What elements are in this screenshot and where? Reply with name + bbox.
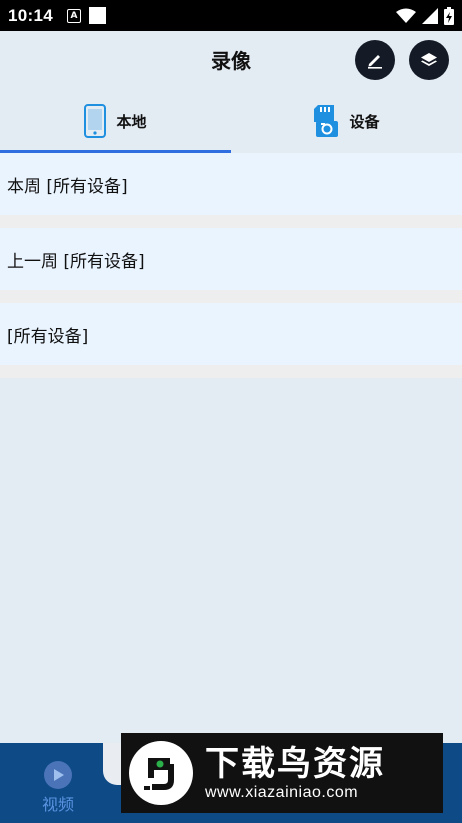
- wifi-icon: [396, 8, 416, 23]
- list-divider: [0, 365, 462, 378]
- status-bar: 10:14 A: [0, 0, 462, 31]
- battery-charging-icon: [444, 6, 454, 25]
- tab-bar: 本地 设备: [0, 89, 462, 153]
- layers-icon: [421, 53, 437, 66]
- list-divider: [0, 215, 462, 228]
- phone-icon: [84, 104, 107, 138]
- tab-local[interactable]: 本地: [0, 89, 231, 153]
- list-item-this-week[interactable]: 本周 [所有设备]: [0, 153, 462, 215]
- nav-item-video-label: 视频: [41, 795, 74, 814]
- list-item-last-week[interactable]: 上一周 [所有设备]: [0, 228, 462, 290]
- watermark-banner: 下载鸟资源 www.xiazainiao.com: [121, 733, 443, 813]
- list-item-all-devices[interactable]: [所有设备]: [0, 303, 462, 365]
- list-divider: [0, 290, 462, 303]
- pencil-icon: [368, 55, 382, 69]
- notification-square-icon: [88, 7, 106, 24]
- watermark-text-block: 下载鸟资源 www.xiazainiao.com: [205, 744, 385, 802]
- tab-device[interactable]: 设备: [231, 89, 462, 153]
- watermark-title: 下载鸟资源: [205, 744, 385, 784]
- bird-logo-icon: [129, 741, 193, 805]
- notification-a-icon: A: [66, 8, 81, 23]
- play-icon: [44, 761, 72, 789]
- layers-button[interactable]: [409, 40, 449, 80]
- watermark-url: www.xiazainiao.com: [205, 784, 359, 801]
- status-time: 10:14: [8, 5, 53, 25]
- status-indicators: [396, 6, 454, 25]
- recording-list: 本周 [所有设备] 上一周 [所有设备] [所有设备]: [0, 153, 462, 378]
- sd-card-camera-icon: [314, 105, 339, 137]
- signal-icon: [422, 7, 438, 24]
- tab-local-label: 本地: [116, 112, 147, 131]
- app-header: 录像: [0, 31, 462, 89]
- nav-item-video[interactable]: 视频: [30, 761, 86, 815]
- tab-device-label: 设备: [349, 112, 380, 131]
- edit-button[interactable]: [355, 40, 395, 80]
